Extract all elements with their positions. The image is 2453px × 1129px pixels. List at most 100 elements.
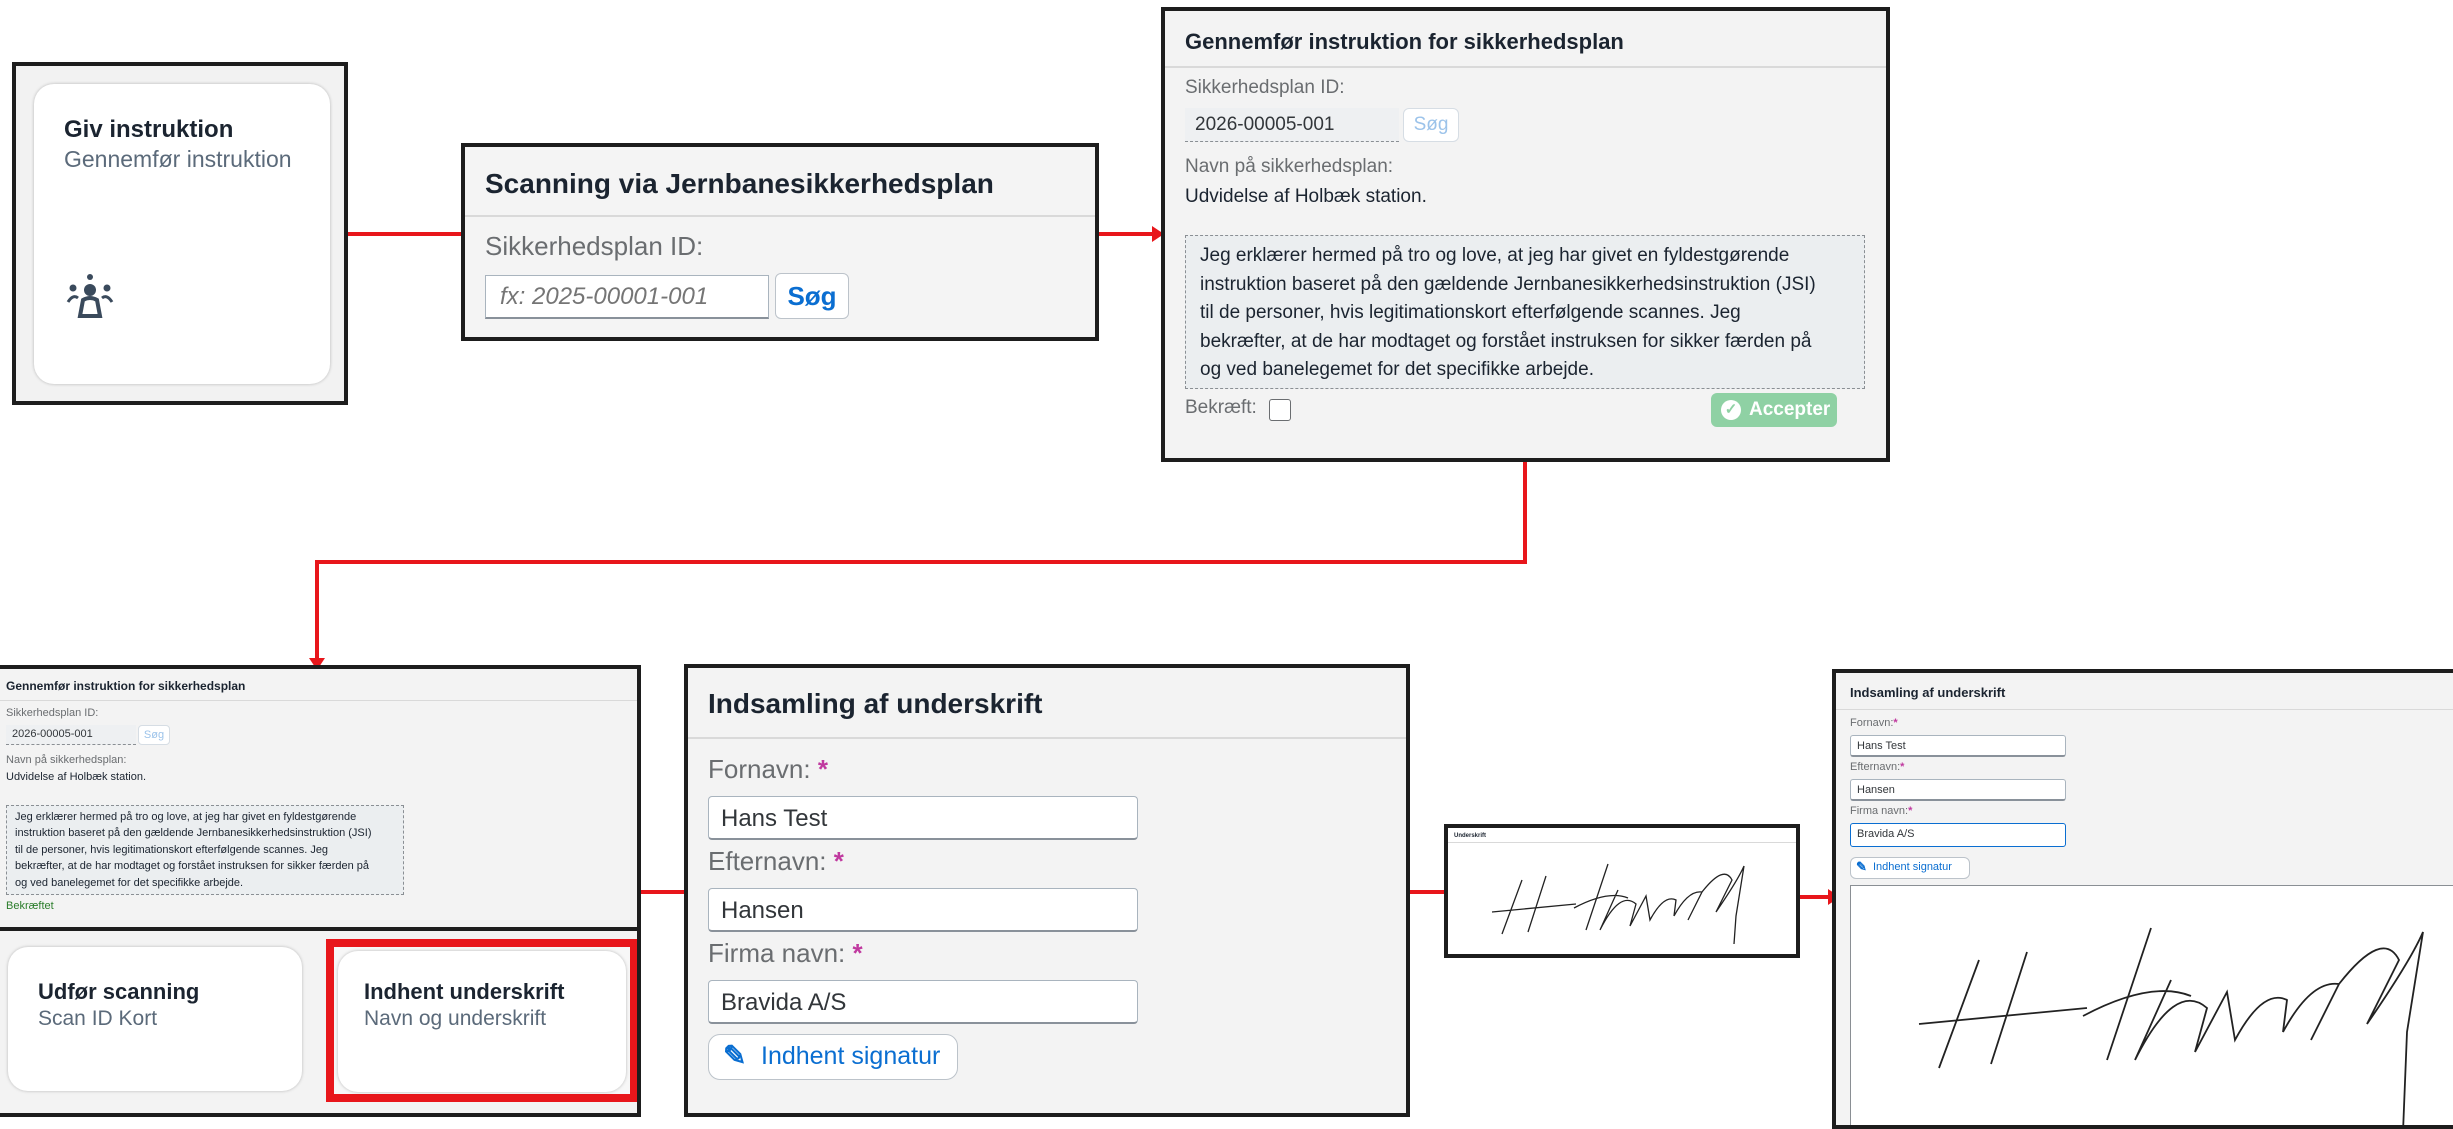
tile-subtitle: Navn og underskrift <box>364 1007 547 1030</box>
instruction-panel-confirmed: Gennemfør instruktion for sikkerhedsplan… <box>0 665 641 1117</box>
plan-name-label: Navn på sikkerhedsplan: <box>6 754 127 766</box>
company-label: Firma navn:* <box>1850 805 1912 817</box>
sikkerhedsplan-id-input[interactable] <box>485 275 769 319</box>
id-label: Sikkerhedsplan ID: <box>1185 77 1345 98</box>
first-name-input[interactable]: Hans Test <box>708 796 1138 840</box>
sikkerhedsplan-id-input[interactable]: 2026-00005-001 <box>1185 108 1399 142</box>
declaration-line: og ved banelegemet for det specifikke ar… <box>1200 359 1594 380</box>
divider <box>1448 842 1796 843</box>
instruction-panel: Gennemfør instruktion for sikkerhedsplan… <box>1161 7 1890 462</box>
declaration-line: Jeg erklærer hermed på tro og love, at j… <box>15 811 357 823</box>
required-mark: * <box>1908 805 1913 817</box>
last-name-label-text: Efternavn: <box>1850 761 1901 773</box>
declaration-line: Jeg erklærer hermed på tro og love, at j… <box>1200 245 1790 266</box>
confirmed-status: Bekræftet <box>6 900 54 912</box>
declaration-line: til de personer, hvis legitimationskort … <box>15 843 329 856</box>
accept-label: Accepter <box>1749 399 1831 420</box>
last-name-label-text: Efternavn: <box>708 846 827 876</box>
id-label: Sikkerhedsplan ID: <box>6 707 99 719</box>
required-mark: * <box>852 938 863 968</box>
search-button[interactable]: Søg <box>775 273 849 319</box>
id-label: Sikkerhedsplan ID: <box>485 231 704 261</box>
divider <box>1165 66 1886 68</box>
connector-line <box>344 232 464 236</box>
plan-name-label: Navn på sikkerhedsplan: <box>1185 156 1394 177</box>
first-name-input[interactable]: Hans Test <box>1850 735 2066 757</box>
panel-title: Gennemfør instruktion for sikkerhedsplan <box>6 679 246 693</box>
company-label-text: Firma navn: <box>708 938 846 968</box>
collect-signature-label: Indhent signatur <box>1873 861 1952 873</box>
scan-panel: Scanning via Jernbanesikkerhedsplan Sikk… <box>461 143 1099 341</box>
tile-title: Giv instruktion <box>64 116 234 143</box>
first-name-label-text: Fornavn: <box>708 754 811 784</box>
collect-signature-button[interactable]: ✎ Indhent signatur <box>708 1034 958 1080</box>
panel-title: Indsamling af underskrift <box>708 688 1043 719</box>
signature-capture-panel: Indsamling af underskrift Fornavn:* Hans… <box>1832 669 2453 1129</box>
last-name-label: Efternavn:* <box>1850 761 1904 773</box>
declaration-line: bekræfter, at de har modtaget og forståe… <box>1200 330 1812 352</box>
connector-line <box>1096 232 1152 236</box>
pen-icon: ✎ <box>723 1040 747 1071</box>
tile-title: Udfør scanning <box>38 979 200 1004</box>
connector-line <box>315 560 319 660</box>
first-name-label: Fornavn:* <box>1850 717 1898 729</box>
declaration-line: til de personer, hvis legitimationskort … <box>1200 302 1741 323</box>
panel-title: Indsamling af underskrift <box>1850 685 2006 700</box>
connector-line <box>1523 458 1527 564</box>
instruction-tile[interactable]: Giv instruktion Gennemfør instruktion <box>34 84 330 384</box>
collect-signature-label: Indhent signatur <box>761 1042 941 1070</box>
signature-drawing <box>1491 863 1745 945</box>
panel-title: Gennemfør instruktion for sikkerhedsplan <box>1185 29 1624 54</box>
declaration-box: Jeg erklærer hermed på tro og love, at j… <box>6 805 404 895</box>
search-button[interactable]: Søg <box>138 725 170 745</box>
signature-preview: Underskrift <box>1444 824 1800 958</box>
last-name-label: Efternavn: * <box>708 846 844 877</box>
accept-button[interactable]: ✓ Accepter <box>1711 393 1837 427</box>
connector-line <box>1798 895 1828 899</box>
company-label: Firma navn: * <box>708 938 863 969</box>
company-label-text: Firma navn: <box>1850 805 1909 817</box>
collect-signature-tile[interactable]: Indhent underskrift Navn og underskrift <box>338 951 626 1092</box>
connector-line <box>1408 890 1446 894</box>
first-name-label: Fornavn: * <box>708 754 828 785</box>
company-input[interactable]: Bravida A/S <box>708 980 1138 1024</box>
section-divider <box>0 927 637 931</box>
signature-canvas[interactable] <box>1850 885 2453 1125</box>
tile-subtitle: Gennemfør instruktion <box>64 146 292 172</box>
tile-subtitle: Scan ID Kort <box>38 1007 158 1030</box>
instruction-tile-frame: Giv instruktion Gennemfør instruktion <box>12 62 348 405</box>
plan-name-value: Udvidelse af Holbæk station. <box>1185 186 1427 207</box>
collect-signature-button[interactable]: ✎ Indhent signatur <box>1850 857 1970 879</box>
required-mark: * <box>1893 717 1898 729</box>
confirm-checkbox[interactable] <box>1269 399 1291 421</box>
tile-title: Indhent underskrift <box>364 979 565 1004</box>
declaration-line: instruktion baseret på den gældende Jern… <box>1200 273 1816 295</box>
preview-title: Underskrift <box>1454 833 1487 839</box>
required-mark: * <box>817 754 828 784</box>
declaration-line: instruktion baseret på den gældende Jern… <box>15 827 372 840</box>
signature-form-panel: Indsamling af underskrift Fornavn: * Han… <box>684 664 1410 1117</box>
divider <box>688 737 1406 739</box>
declaration-box: Jeg erklærer hermed på tro og love, at j… <box>1185 235 1865 389</box>
company-input[interactable]: Bravida A/S <box>1850 823 2066 847</box>
last-name-input[interactable]: Hansen <box>1850 779 2066 801</box>
first-name-label-text: Fornavn: <box>1850 717 1894 729</box>
declaration-line: og ved banelegemet for det specifikke ar… <box>15 876 244 889</box>
confirm-label: Bekræft: <box>1185 397 1257 418</box>
required-mark: * <box>1900 761 1905 773</box>
pen-icon: ✎ <box>1856 859 1867 874</box>
signature-drawing <box>1918 927 2424 1125</box>
connector-line <box>315 560 1527 564</box>
declaration-line: bekræfter, at de har modtaget og forståe… <box>15 860 370 873</box>
panel-title: Scanning via Jernbanesikkerhedsplan <box>485 168 994 199</box>
sikkerhedsplan-id-input[interactable]: 2026-00005-001 <box>6 725 136 745</box>
highlight-frame: Indhent underskrift Navn og underskrift <box>326 939 637 1102</box>
required-mark: * <box>833 846 844 876</box>
last-name-input[interactable]: Hansen <box>708 888 1138 932</box>
group-instruction-icon <box>66 274 114 318</box>
scan-id-tile[interactable]: Udfør scanning Scan ID Kort <box>8 947 302 1091</box>
search-button[interactable]: Søg <box>1403 108 1459 142</box>
connector-line <box>640 890 686 894</box>
check-circle-icon: ✓ <box>1721 400 1741 420</box>
divider <box>465 215 1095 217</box>
